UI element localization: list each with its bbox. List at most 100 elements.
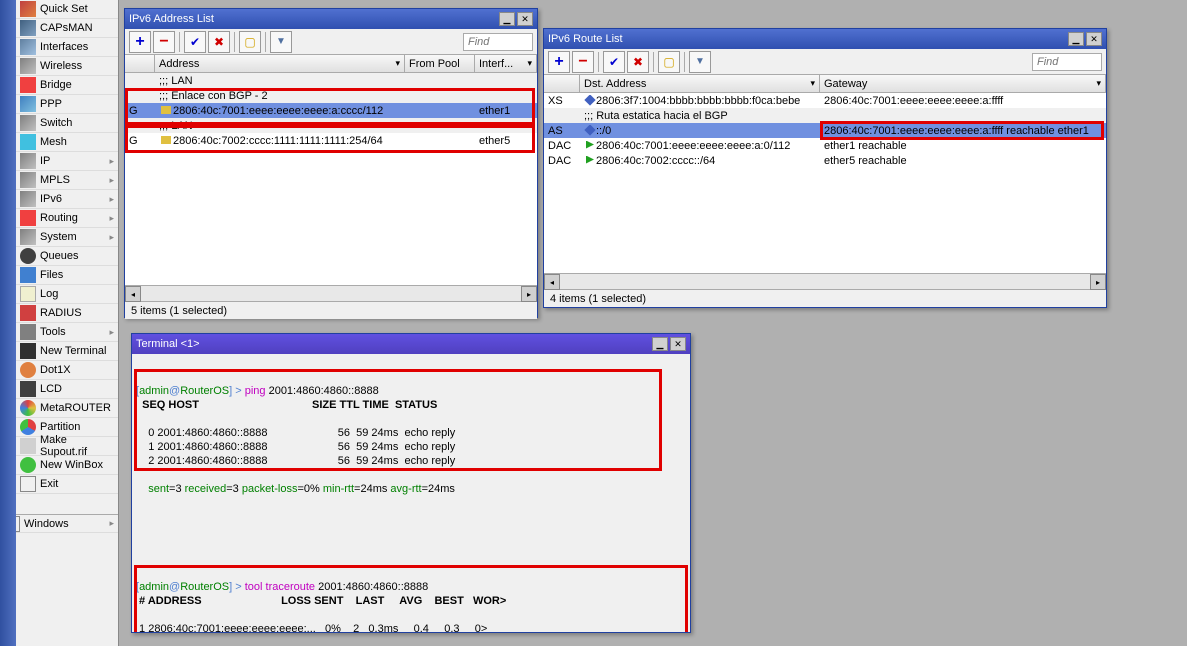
sidebar-item-dot1x[interactable]: Dot1X <box>16 361 118 380</box>
sidebar-item-lcd[interactable]: LCD <box>16 380 118 399</box>
sidebar-item-ipv6[interactable]: IPv6▸ <box>16 190 118 209</box>
find-input[interactable] <box>1032 53 1102 71</box>
sidebar-item-make-supout.rif[interactable]: Make Supout.rif <box>16 437 118 456</box>
sidebar-item-log[interactable]: Log <box>16 285 118 304</box>
table-row[interactable]: G2806:40c:7001:eeee:eeee:eeee:a:cccc/112… <box>125 103 537 118</box>
close-button[interactable]: ✕ <box>670 337 686 351</box>
enable-button[interactable]: ✔ <box>184 31 206 53</box>
filter-button[interactable]: ▼ <box>270 31 292 53</box>
flag-column[interactable] <box>544 75 580 92</box>
sidebar-item-mpls[interactable]: MPLS▸ <box>16 171 118 190</box>
table-row[interactable]: ;;; LAN <box>125 118 537 133</box>
toolbar: + − ✔ ✖ ▢ ▼ <box>125 29 537 55</box>
address-icon <box>161 136 171 144</box>
scrollbar-horizontal[interactable]: ◂ ▸ <box>544 273 1106 289</box>
scrollbar-horizontal[interactable]: ◂ ▸ <box>125 285 537 301</box>
table-row[interactable]: ;;; Enlace con BGP - 2 <box>125 88 537 103</box>
sidebar-item-system[interactable]: System▸ <box>16 228 118 247</box>
sort-down-icon: ▾ <box>810 78 815 89</box>
sidebar-item-label: Routing <box>40 212 78 224</box>
titlebar[interactable]: IPv6 Route List ▁ ✕ <box>544 29 1106 49</box>
status-text: 4 items (1 selected) <box>550 293 646 305</box>
menu-icon <box>20 115 36 131</box>
sidebar-item-ppp[interactable]: PPP <box>16 95 118 114</box>
minimize-button[interactable]: ▁ <box>499 12 515 26</box>
remove-button[interactable]: − <box>572 51 594 73</box>
sidebar-item-label: New WinBox <box>40 459 103 471</box>
table-row[interactable]: AS::/02806:40c:7001:eeee:eeee:eeee:a:fff… <box>544 123 1106 138</box>
interface-column[interactable]: Interf...▾ <box>475 55 537 72</box>
find-input[interactable] <box>463 33 533 51</box>
filter-button[interactable]: ▼ <box>689 51 711 73</box>
table-row[interactable]: XS2806:3f7:1004:bbbb:bbbb:bbbb:f0ca:bebe… <box>544 93 1106 108</box>
close-button[interactable]: ✕ <box>1086 32 1102 46</box>
menu-icon <box>20 362 36 378</box>
scroll-left-button[interactable]: ◂ <box>544 274 560 290</box>
minimize-button[interactable]: ▁ <box>652 337 668 351</box>
sidebar-item-exit[interactable]: Exit <box>16 475 118 494</box>
sidebar-item-wireless[interactable]: Wireless <box>16 57 118 76</box>
sidebar-item-mesh[interactable]: Mesh <box>16 133 118 152</box>
toolbar: + − ✔ ✖ ▢ ▼ <box>544 49 1106 75</box>
menu-icon <box>20 438 36 454</box>
sidebar-item-files[interactable]: Files <box>16 266 118 285</box>
sidebar-item-switch[interactable]: Switch <box>16 114 118 133</box>
comment-button[interactable]: ▢ <box>658 51 680 73</box>
titlebar[interactable]: Terminal <1> ▁ ✕ <box>132 334 690 354</box>
scroll-right-button[interactable]: ▸ <box>521 286 537 302</box>
table-row[interactable]: ;;; LAN <box>125 73 537 88</box>
disable-button[interactable]: ✖ <box>627 51 649 73</box>
route-icon <box>586 141 594 149</box>
sidebar-item-new-terminal[interactable]: New Terminal <box>16 342 118 361</box>
menu-icon <box>20 229 36 245</box>
sidebar-item-queues[interactable]: Queues <box>16 247 118 266</box>
from-pool-column[interactable]: From Pool <box>405 55 475 72</box>
sidebar-item-ip[interactable]: IP▸ <box>16 152 118 171</box>
add-button[interactable]: + <box>129 31 151 53</box>
more-columns-icon[interactable]: ▾ <box>1096 78 1101 89</box>
x-icon: ✖ <box>633 55 643 69</box>
sidebar-item-metarouter[interactable]: MetaROUTER <box>16 399 118 418</box>
menu-icon <box>20 381 36 397</box>
titlebar[interactable]: IPv6 Address List ▁ ✕ <box>125 9 537 29</box>
table-row[interactable]: DAC2806:40c:7002:cccc::/64ether5 reachab… <box>544 153 1106 168</box>
sidebar-item-quick-set[interactable]: Quick Set <box>16 0 118 19</box>
remove-button[interactable]: − <box>153 31 175 53</box>
sidebar-item-label: PPP <box>40 98 62 110</box>
disable-button[interactable]: ✖ <box>208 31 230 53</box>
address-column[interactable]: Address▾ <box>155 55 405 72</box>
table-row[interactable]: DAC2806:40c:7001:eeee:eeee:eeee:a:0/112e… <box>544 138 1106 153</box>
add-button[interactable]: + <box>548 51 570 73</box>
sidebar-item-radius[interactable]: RADIUS <box>16 304 118 323</box>
sidebar-item-label: Log <box>40 288 58 300</box>
table-row[interactable]: ;;; Ruta estatica hacia el BGP <box>544 108 1106 123</box>
sidebar-item-routing[interactable]: Routing▸ <box>16 209 118 228</box>
minimize-button[interactable]: ▁ <box>1068 32 1084 46</box>
sidebar-item-bridge[interactable]: Bridge <box>16 76 118 95</box>
more-columns-icon[interactable]: ▾ <box>527 58 532 69</box>
sidebar-item-label: MetaROUTER <box>40 402 111 414</box>
sidebar-windows-button[interactable]: Windows ▸ <box>0 514 118 533</box>
gateway-column[interactable]: Gateway▾ <box>820 75 1106 92</box>
sidebar-item-new-winbox[interactable]: New WinBox <box>16 456 118 475</box>
menu-icon <box>20 153 36 169</box>
scroll-left-button[interactable]: ◂ <box>125 286 141 302</box>
table-row[interactable]: G2806:40c:7002:cccc:1111:1111:1111:254/6… <box>125 133 537 148</box>
terminal-output[interactable]: [admin@RouterOS] > ping 2001:4860:4860::… <box>132 354 690 632</box>
sidebar-item-tools[interactable]: Tools▸ <box>16 323 118 342</box>
funnel-icon: ▼ <box>276 36 286 47</box>
comment-button[interactable]: ▢ <box>239 31 261 53</box>
close-button[interactable]: ✕ <box>517 12 533 26</box>
menu-icon <box>20 96 36 112</box>
dst-column[interactable]: Dst. Address▾ <box>580 75 820 92</box>
enable-button[interactable]: ✔ <box>603 51 625 73</box>
flag-column[interactable] <box>125 55 155 72</box>
sidebar-item-label: LCD <box>40 383 62 395</box>
menu-icon <box>20 457 36 473</box>
sidebar-vertical-bar <box>0 0 16 646</box>
minus-icon: − <box>159 33 168 51</box>
sidebar-item-capsman[interactable]: CAPsMAN <box>16 19 118 38</box>
chevron-right-icon: ▸ <box>109 232 114 243</box>
scroll-right-button[interactable]: ▸ <box>1090 274 1106 290</box>
sidebar-item-interfaces[interactable]: Interfaces <box>16 38 118 57</box>
